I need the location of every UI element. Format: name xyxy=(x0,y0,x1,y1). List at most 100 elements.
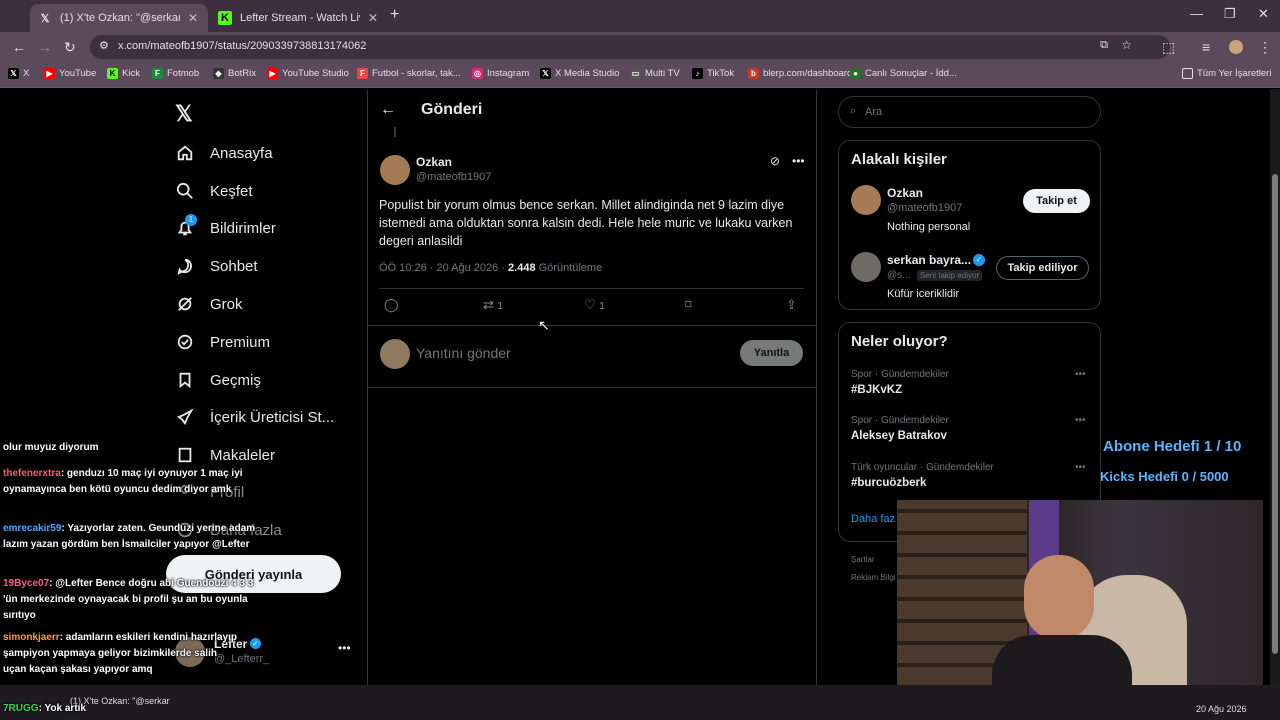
follow-button[interactable]: Takip et xyxy=(1023,189,1090,213)
sidebar-item-premium[interactable]: Premium xyxy=(175,332,270,352)
back-arrow-icon[interactable]: ← xyxy=(380,101,396,119)
trend-name[interactable]: Aleksey Batrakov xyxy=(851,430,947,442)
verified-icon: ✓ xyxy=(973,254,985,266)
tv-icon: ▭ xyxy=(630,68,641,79)
install-icon[interactable]: ⧉ xyxy=(1100,39,1108,52)
card-title: Neler oluyor? xyxy=(851,333,948,350)
retweet-action[interactable]: ⇄ 1 xyxy=(483,297,503,313)
card-title: Alakalı kişiler xyxy=(851,151,947,168)
trend-more-icon[interactable]: ••• xyxy=(1075,369,1086,380)
bookmark-futbol[interactable]: F Futbol - skorlar, tak... xyxy=(357,68,461,79)
trend-more-icon[interactable]: ••• xyxy=(1075,415,1086,426)
x-logo-icon[interactable]: 𝕏 xyxy=(175,101,193,127)
bookmark-canli-sonuclar[interactable]: ● Canlı Sonuçlar - İdd... xyxy=(850,68,957,79)
chat-message: simonkjaerr: adamların eskileri kendini … xyxy=(3,632,237,675)
bookmark-x[interactable]: 𝕏X xyxy=(8,68,29,79)
footer-terms[interactable]: Şartlar xyxy=(851,555,875,564)
search-box[interactable]: ⌕ Ara xyxy=(838,96,1101,128)
botrix-icon: ◆ xyxy=(213,68,224,79)
bookmark-youtube[interactable]: ▶ YouTube xyxy=(44,68,96,79)
sidebar-item-creator-studio[interactable]: İçerik Üreticisi St... xyxy=(175,407,334,427)
trend-category: Spor · Gündemdekiler xyxy=(851,415,949,426)
kick-logo-icon: K xyxy=(218,11,232,25)
trend-more-icon[interactable]: ••• xyxy=(1075,462,1086,473)
back-icon[interactable]: ← xyxy=(12,39,26,55)
sidebar-item-bookmarks[interactable]: Geçmiş xyxy=(175,370,261,390)
scrollbar[interactable] xyxy=(1270,89,1280,685)
subscriber-goal: Abone Hedefi 1 / 10 xyxy=(1103,438,1242,455)
person-bio: Nothing personal xyxy=(887,221,971,233)
reply-input[interactable]: Yanıtını gönder xyxy=(416,345,511,361)
sidebar-item-notifications[interactable]: 1 Bildirimler xyxy=(175,214,276,238)
extensions-icon[interactable]: ⬚ xyxy=(1162,39,1175,56)
bookmark-botrix[interactable]: ◆ BotRix xyxy=(213,68,256,79)
reply-button[interactable]: Yanıtla xyxy=(740,340,803,366)
bookmark-x-media-studio[interactable]: 𝕏X Media Studio xyxy=(540,68,619,79)
bookmark-youtube-studio[interactable]: ▶ YouTube Studio xyxy=(267,68,349,79)
bell-icon: 1 xyxy=(175,214,197,238)
search-input[interactable]: Ara xyxy=(865,106,882,118)
scores-icon: ● xyxy=(850,68,861,79)
bookmark-instagram[interactable]: ◎ Instagram xyxy=(472,68,529,79)
grok-icon xyxy=(175,294,195,314)
bookmark-multi-tv[interactable]: ▭ Multi TV xyxy=(630,68,680,79)
media-icon[interactable]: ≡ xyxy=(1202,39,1210,55)
tab-kick-stream[interactable]: K Lefter Stream - Watch Live on K ✕ xyxy=(210,4,386,32)
reload-icon[interactable]: ↻ xyxy=(64,39,76,56)
divider xyxy=(379,288,804,289)
share-icon[interactable]: ⇪ xyxy=(786,297,797,313)
avatar[interactable] xyxy=(380,155,410,185)
avatar[interactable] xyxy=(851,185,881,215)
bookmark-fotmob[interactable]: F Fotmob xyxy=(152,68,199,79)
sidebar-item-grok[interactable]: Grok xyxy=(175,294,243,314)
view-label: Görüntüleme xyxy=(535,262,603,274)
trend-name[interactable]: #BJKvKZ xyxy=(851,384,902,396)
reply-icon[interactable]: ◯ xyxy=(384,297,399,313)
sidebar-item-chat[interactable]: Sohbet xyxy=(175,256,258,276)
sidebar-item-home[interactable]: Anasayfa xyxy=(175,143,273,163)
browser-tab-bar: 𝕏 (1) X'te Ozkan: "@serkann33 Po ✕ K Lef… xyxy=(0,0,1280,32)
person-handle: @mateofb1907 xyxy=(887,202,963,214)
close-window-icon[interactable]: ✕ xyxy=(1258,6,1269,22)
tweet-author-name[interactable]: Ozkan xyxy=(416,155,452,169)
site-settings-icon[interactable]: ⚙ xyxy=(99,39,109,52)
profile-avatar[interactable] xyxy=(1229,40,1243,54)
chat-username: thefenerxtra xyxy=(3,468,61,479)
maximize-icon[interactable]: ❐ xyxy=(1224,6,1236,22)
address-bar[interactable]: ⚙ x.com/mateofb1907/status/2090339738813… xyxy=(90,35,1170,59)
all-bookmarks[interactable]: Tüm Yer İşaretleri xyxy=(1182,68,1271,79)
tab-x-post[interactable]: 𝕏 (1) X'te Ozkan: "@serkann33 Po ✕ xyxy=(30,4,208,32)
more-options-icon[interactable]: ••• xyxy=(792,154,805,168)
tiktok-icon: ♪ xyxy=(692,68,703,79)
sidebar-item-explore[interactable]: Keşfet xyxy=(175,181,253,201)
grok-icon[interactable]: ⊘ xyxy=(770,154,780,168)
chat-message: 19Byce07: @Lefter Bence doğru abi Guendo… xyxy=(3,578,254,621)
person-name[interactable]: Ozkan xyxy=(887,186,923,200)
new-tab-button[interactable]: + xyxy=(390,6,399,24)
notification-badge: 1 xyxy=(185,214,197,226)
premium-icon xyxy=(175,332,195,352)
show-more-link[interactable]: Daha faz xyxy=(851,513,895,525)
minimize-icon[interactable]: — xyxy=(1190,6,1203,21)
forward-icon[interactable]: → xyxy=(38,39,52,55)
divider xyxy=(368,387,816,388)
scrollbar-thumb[interactable] xyxy=(1272,174,1278,654)
bookmark-blerp[interactable]: b blerp.com/dashboard xyxy=(748,68,852,79)
like-action[interactable]: ♡ 1 xyxy=(584,297,605,313)
bookmark-tiktok[interactable]: ♪ TikTok xyxy=(692,68,734,79)
person-name[interactable]: serkan bayra... xyxy=(887,253,971,267)
menu-icon[interactable]: ⋮ xyxy=(1258,39,1272,56)
following-button[interactable]: Takip ediliyor xyxy=(996,256,1089,280)
star-icon[interactable]: ☆ xyxy=(1121,38,1132,52)
close-tab-icon[interactable]: ✕ xyxy=(368,11,378,25)
chat-icon xyxy=(175,256,195,276)
account-more-icon[interactable]: ••• xyxy=(338,641,351,655)
footer-ads[interactable]: Reklam Bilgi xyxy=(851,573,895,582)
trend-name[interactable]: #burcuözberk xyxy=(851,477,926,489)
bookmark-icon[interactable]: ⌑ xyxy=(685,297,692,313)
browser-toolbar: ← → ↻ ⚙ x.com/mateofb1907/status/2090339… xyxy=(0,32,1280,62)
bookmark-kick[interactable]: K Kick xyxy=(107,68,140,79)
tweet-author-handle[interactable]: @mateofb1907 xyxy=(416,171,491,183)
close-tab-icon[interactable]: ✕ xyxy=(188,11,198,25)
avatar[interactable] xyxy=(851,252,881,282)
